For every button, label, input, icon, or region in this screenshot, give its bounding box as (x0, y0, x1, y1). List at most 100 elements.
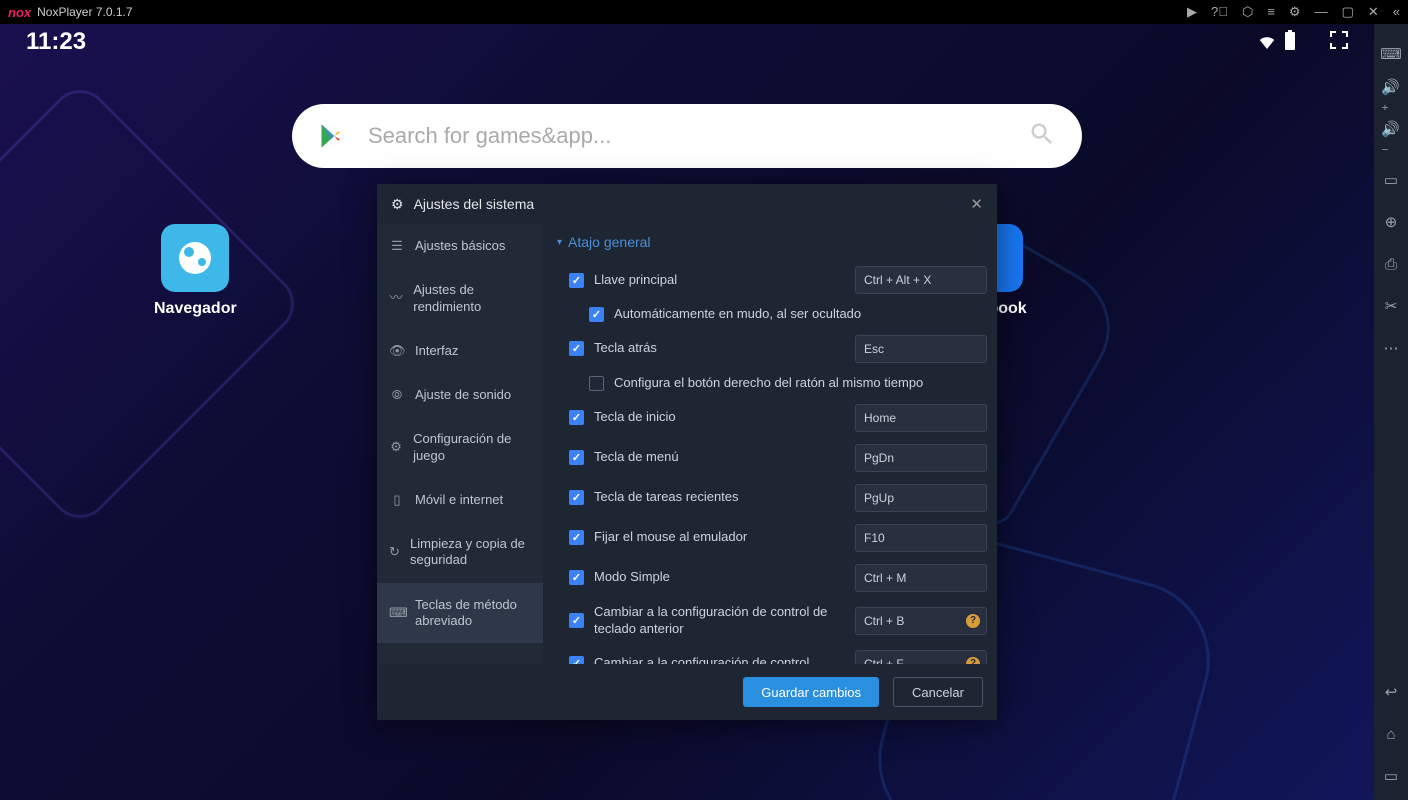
add-file-icon[interactable]: ⊕ (1381, 212, 1401, 232)
menu-icon[interactable]: ≡ (1267, 4, 1275, 20)
battery-icon (1284, 30, 1296, 55)
checkbox[interactable] (569, 530, 584, 545)
app-browser[interactable]: Navegador (154, 224, 237, 318)
key-input[interactable]: Ctrl + F? (855, 650, 987, 664)
row-label: Llave principal (594, 272, 845, 289)
right-toolbar: ⌨ 🔊₊ 🔊₋ ▭ ⊕ ⎙ ✂ ⋯ ↩ ⌂ ▭ (1374, 24, 1408, 800)
shortcut-row: Tecla atrásEsc (557, 329, 987, 369)
more-icon[interactable]: ⋯ (1381, 338, 1401, 358)
volume-up-icon[interactable]: 🔊₊ (1381, 86, 1401, 106)
pulse-icon: 〰 (389, 290, 403, 306)
app-logo: nox (8, 5, 31, 20)
checkbox[interactable] (569, 341, 584, 356)
home-icon[interactable]: ⌂ (1381, 724, 1401, 744)
sidebar-collapse-icon[interactable]: « (1393, 4, 1400, 20)
checkbox[interactable] (569, 570, 584, 585)
key-input[interactable]: PgUp (855, 484, 987, 512)
sidebar-item-basic[interactable]: ☰Ajustes básicos (377, 224, 543, 268)
key-input[interactable]: Ctrl + Alt + X (855, 266, 987, 294)
checkbox[interactable] (569, 613, 584, 628)
sound-icon: ⦾ (389, 387, 405, 403)
sidebar-item-sound[interactable]: ⦾Ajuste de sonido (377, 373, 543, 417)
dialog-header: ⚙ Ajustes del sistema ✕ (377, 184, 997, 224)
settings-dialog: ⚙ Ajustes del sistema ✕ ☰Ajustes básicos… (377, 184, 997, 720)
help-icon[interactable]: ?⃞ (1211, 4, 1228, 20)
row-label: Tecla de tareas recientes (594, 489, 845, 506)
sidebar-item-label: Limpieza y copia de seguridad (410, 536, 531, 569)
key-input[interactable]: F10 (855, 524, 987, 552)
settings-icon[interactable]: ⚙ (1289, 4, 1301, 20)
search-input[interactable] (368, 123, 1028, 149)
key-input[interactable]: PgDn (855, 444, 987, 472)
sidebar-item-label: Teclas de método abreviado (415, 597, 531, 630)
volume-down-icon[interactable]: 🔊₋ (1381, 128, 1401, 148)
section-title: Atajo general (568, 234, 651, 250)
sidebar-item-performance[interactable]: 〰Ajustes de rendimiento (377, 268, 543, 329)
help-badge-icon[interactable]: ? (966, 614, 980, 628)
sidebar-item-shortcuts[interactable]: ⌨ Teclas de método abreviado (377, 583, 543, 644)
shortcut-row: Tecla de menú PgDn (557, 438, 987, 478)
refresh-icon: ↻ (389, 544, 400, 560)
sidebar-item-cleanup[interactable]: ↻ Limpieza y copia de seguridad (377, 522, 543, 583)
apk-install-icon[interactable]: ⎙ (1381, 254, 1401, 274)
sidebar-item-label: Móvil e internet (415, 492, 503, 508)
theme-icon[interactable]: ⬡ (1242, 4, 1253, 20)
sidebar-item-label: Configuración de juego (413, 431, 531, 464)
shortcut-subrow: Automáticamente en mudo, al ser ocultado (557, 300, 987, 329)
mobile-icon: ▯ (389, 492, 405, 508)
close-icon[interactable]: ✕ (1368, 4, 1379, 20)
back-icon[interactable]: ↩ (1381, 682, 1401, 702)
titlebar: nox NoxPlayer 7.0.1.7 ▶ ?⃞ ⬡ ≡ ⚙ — ▢ ✕ « (0, 0, 1408, 24)
shortcut-row: Fijar el mouse al emulador F10 (557, 518, 987, 558)
key-input[interactable]: Ctrl + M (855, 564, 987, 592)
sidebar-item-game[interactable]: ⚙Configuración de juego (377, 417, 543, 478)
sidebar-item-interface[interactable]: 👁Interfaz (377, 329, 543, 373)
shortcut-row: Tecla de inicioHome (557, 398, 987, 438)
key-input[interactable]: Home (855, 404, 987, 432)
key-input[interactable]: Esc (855, 335, 987, 363)
row-label: Automáticamente en mudo, al ser ocultado (614, 306, 987, 323)
app-browser-label: Navegador (154, 300, 237, 318)
dialog-footer: Guardar cambios Cancelar (377, 664, 997, 720)
emulator-screen: 11:23 Navegador Facebook (0, 24, 1374, 800)
save-button[interactable]: Guardar cambios (743, 677, 879, 707)
minimize-icon[interactable]: — (1315, 4, 1328, 20)
app-title: NoxPlayer 7.0.1.7 (37, 5, 132, 19)
keyboard-icon: ⌨ (389, 605, 405, 621)
checkbox[interactable] (589, 307, 604, 322)
shortcut-row: Tecla de tareas recientes PgUp (557, 478, 987, 518)
gear-icon: ⚙ (391, 196, 404, 213)
recent-apps-icon[interactable]: ▭ (1381, 766, 1401, 786)
play-logo-icon (318, 122, 346, 150)
clock: 11:23 (26, 28, 86, 56)
help-badge-icon[interactable]: ? (966, 657, 980, 664)
section-header[interactable]: ▾ Atajo general (557, 234, 987, 250)
chevron-down-icon: ▾ (557, 237, 562, 248)
shortcut-row: Cambiar a la configuración de control de… (557, 598, 987, 644)
fullscreen-icon[interactable] (1330, 31, 1348, 54)
dialog-title: Ajustes del sistema (414, 196, 535, 212)
search-bar[interactable] (292, 104, 1082, 168)
search-icon[interactable] (1028, 120, 1056, 153)
row-label: Cambiar a la configuración de control (594, 655, 845, 664)
keyboard-mapping-icon[interactable]: ⌨ (1381, 44, 1401, 64)
checkbox[interactable] (569, 490, 584, 505)
checkbox[interactable] (589, 376, 604, 391)
row-label: Fijar el mouse al emulador (594, 529, 845, 546)
checkbox[interactable] (569, 450, 584, 465)
dialog-close-button[interactable]: ✕ (970, 195, 983, 213)
screenshot-icon[interactable]: ▭ (1381, 170, 1401, 190)
checkbox[interactable] (569, 656, 584, 664)
cancel-button[interactable]: Cancelar (893, 677, 983, 707)
key-input[interactable]: Ctrl + B? (855, 607, 987, 635)
sidebar-item-mobile[interactable]: ▯ Móvil e internet (377, 478, 543, 522)
scissors-icon[interactable]: ✂ (1381, 296, 1401, 316)
checkbox[interactable] (569, 410, 584, 425)
maximize-icon[interactable]: ▢ (1342, 4, 1354, 20)
row-label: Tecla de menú (594, 449, 845, 466)
shortcut-row: Cambiar a la configuración de control Ctr… (557, 644, 987, 664)
row-label: Cambiar a la configuración de control de… (594, 604, 845, 638)
playstore-icon[interactable]: ▶ (1187, 4, 1197, 20)
shortcut-row: Llave principal Ctrl + Alt + X (557, 260, 987, 300)
checkbox[interactable] (569, 273, 584, 288)
